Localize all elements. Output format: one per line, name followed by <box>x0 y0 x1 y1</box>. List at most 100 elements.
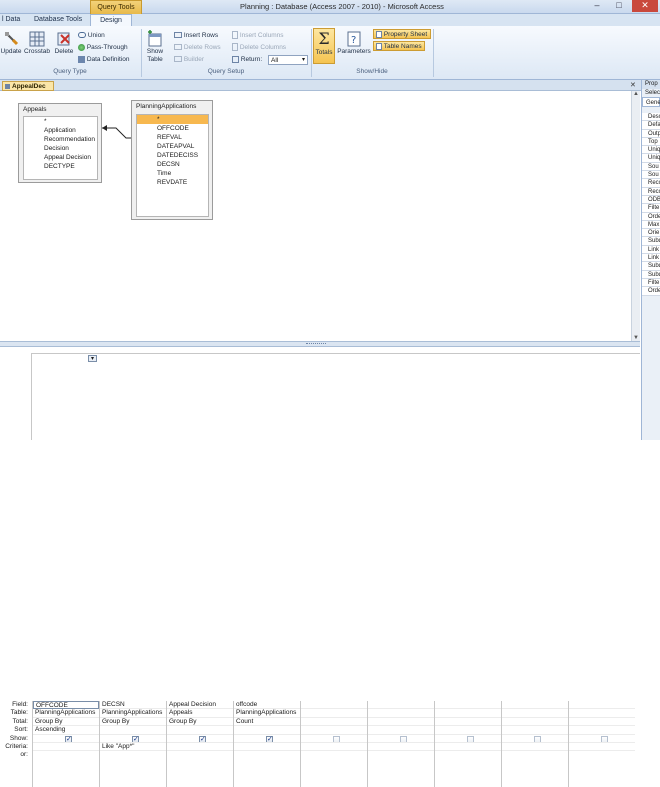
grid-cell-table[interactable] <box>368 709 434 718</box>
scroll-up-icon[interactable]: ▲ <box>632 91 640 97</box>
property-row[interactable]: Top <box>642 137 660 147</box>
grid-cell-sort[interactable] <box>569 726 635 735</box>
property-row[interactable]: Sou <box>642 171 660 180</box>
grid-cell-criteria[interactable] <box>368 743 434 752</box>
insert-rows-button[interactable]: Insert Rows <box>174 31 218 41</box>
close-document-icon[interactable]: ✕ <box>630 81 636 89</box>
property-row[interactable]: Orde <box>642 212 660 221</box>
grid-cell-field[interactable] <box>569 701 635 710</box>
document-tab-appealdec[interactable]: AppealDec <box>2 81 54 91</box>
tab-external-data[interactable]: l Data <box>0 14 26 26</box>
grid-cell-or[interactable] <box>569 751 635 759</box>
field-item[interactable]: DATEAPVAL <box>137 142 208 151</box>
show-checkbox[interactable] <box>199 735 206 742</box>
show-checkbox[interactable] <box>601 735 608 742</box>
property-row[interactable]: Filte <box>642 278 660 288</box>
field-item[interactable]: Appeal Decision <box>24 153 97 162</box>
grid-cell-total[interactable] <box>502 718 568 727</box>
property-row[interactable]: Reco <box>642 179 660 188</box>
show-checkbox[interactable] <box>266 735 273 742</box>
show-cell[interactable] <box>368 735 434 743</box>
grid-cell-sort[interactable] <box>234 726 300 735</box>
grid-cell-table[interactable] <box>435 709 501 718</box>
property-row[interactable]: Max <box>642 220 660 230</box>
show-cell[interactable] <box>301 735 367 743</box>
chevron-down-icon[interactable]: ▾ <box>88 355 97 362</box>
grid-cell-criteria[interactable] <box>569 743 635 752</box>
property-row[interactable]: Orie <box>642 229 660 238</box>
data-definition-button[interactable]: Data Definition <box>78 55 129 65</box>
property-row[interactable]: Uniq <box>642 146 660 155</box>
parameters-button[interactable]: ? Parameters <box>337 30 371 55</box>
grid-cell-table[interactable]: PlanningApplications <box>33 709 99 718</box>
totals-button[interactable]: Σ Totals <box>313 28 335 64</box>
tab-database-tools[interactable]: Database Tools <box>28 14 88 26</box>
grid-cell-field[interactable] <box>301 701 367 710</box>
grid-cell-sort[interactable]: Ascending <box>33 726 99 735</box>
show-checkbox[interactable] <box>534 735 541 742</box>
grid-cell-table[interactable]: PlanningApplications <box>234 709 300 718</box>
grid-cell-or[interactable] <box>301 751 367 759</box>
grid-cell-total[interactable] <box>368 718 434 727</box>
grid-column[interactable] <box>367 701 434 787</box>
grid-cell-or[interactable] <box>33 751 99 759</box>
field-item[interactable]: DECSN <box>137 160 208 169</box>
grid-cell-or[interactable] <box>100 751 166 759</box>
insert-columns-button[interactable]: Insert Columns <box>232 31 284 41</box>
grid-cell-field[interactable] <box>368 701 434 710</box>
grid-cell-sort[interactable] <box>435 726 501 735</box>
pass-through-button[interactable]: Pass-Through <box>78 43 128 53</box>
show-cell[interactable] <box>100 735 166 743</box>
union-button[interactable]: Union <box>78 31 105 41</box>
maximize-icon[interactable]: □ <box>608 0 630 12</box>
canvas-vertical-scrollbar[interactable]: ▲ ▼ <box>631 91 640 341</box>
property-row[interactable]: Reco <box>642 187 660 196</box>
delete-button[interactable]: Delete <box>52 30 76 55</box>
grid-cell-sort[interactable] <box>368 726 434 735</box>
property-row[interactable]: Orde <box>642 287 660 296</box>
grid-cell-total[interactable]: Group By <box>33 718 99 727</box>
field-item[interactable]: Recommendation <box>24 135 97 144</box>
delete-rows-button[interactable]: Delete Rows <box>174 43 221 53</box>
grid-column[interactable] <box>300 701 367 787</box>
grid-cell-table[interactable] <box>502 709 568 718</box>
grid-cell-table[interactable]: Appeals <box>167 709 233 718</box>
show-cell[interactable] <box>435 735 501 743</box>
property-row[interactable]: Subd <box>642 237 660 246</box>
property-row[interactable]: Link <box>642 254 660 263</box>
grid-cell-total[interactable] <box>569 718 635 727</box>
grid-cell-or[interactable] <box>435 751 501 759</box>
property-row[interactable]: Subd <box>642 270 660 279</box>
grid-column[interactable]: DECSNPlanningApplicationsGroup By Like "A… <box>99 701 166 787</box>
show-checkbox[interactable] <box>333 735 340 742</box>
grid-column[interactable]: Appeal Decision Appeals Group By <box>166 701 233 787</box>
grid-cell-sort[interactable] <box>167 726 233 735</box>
show-checkbox[interactable] <box>467 735 474 742</box>
show-cell[interactable] <box>502 735 568 743</box>
grid-cell-or[interactable] <box>167 751 233 759</box>
property-row[interactable]: Link <box>642 245 660 255</box>
field-item[interactable]: * <box>137 115 208 124</box>
field-item[interactable]: * <box>24 117 97 126</box>
grid-cell-or[interactable] <box>502 751 568 759</box>
grid-column[interactable] <box>434 701 501 787</box>
field-item[interactable]: REVDATE <box>137 178 208 187</box>
grid-cell-field[interactable]: offcode <box>234 701 300 710</box>
minimize-icon[interactable]: – <box>586 0 608 12</box>
table-box-planning-applications[interactable]: PlanningApplications * OFFCODE REFVAL DA… <box>131 100 213 220</box>
show-cell[interactable] <box>234 735 300 743</box>
property-row[interactable]: Filte <box>642 204 660 213</box>
property-row[interactable]: ODB <box>642 195 660 205</box>
show-cell[interactable] <box>33 735 99 743</box>
grid-cell-criteria[interactable] <box>502 743 568 752</box>
grid-cell-field[interactable]: OFFCODE <box>33 701 99 710</box>
grid-cell-field[interactable] <box>502 701 568 710</box>
grid-cell-criteria[interactable] <box>301 743 367 752</box>
show-checkbox[interactable] <box>132 735 139 742</box>
property-row[interactable]: Uniq <box>642 154 660 163</box>
show-table-button[interactable]: Show Table <box>144 30 166 64</box>
grid-cell-field[interactable]: Appeal Decision <box>167 701 233 710</box>
property-row[interactable]: Subd <box>642 262 660 271</box>
field-item[interactable]: OFFCODE <box>137 124 208 133</box>
show-checkbox[interactable] <box>400 735 407 742</box>
